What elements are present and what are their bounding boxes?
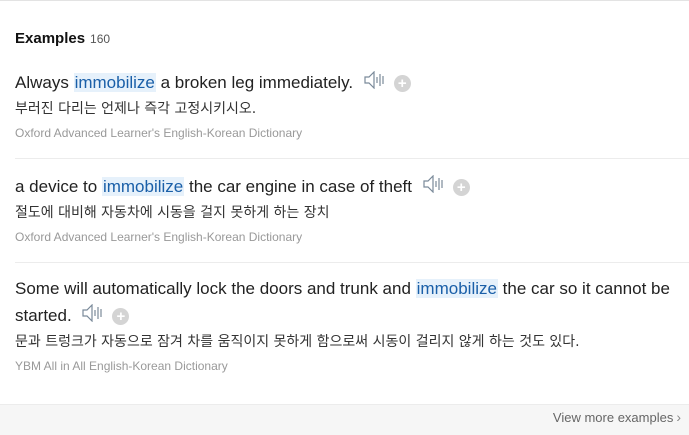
- example-translation: 문과 트렁크가 자동으로 잠겨 차를 움직이지 못하게 함으로써 시동이 걸리지…: [15, 334, 580, 351]
- speaker-icon[interactable]: [423, 174, 445, 201]
- example-source: Oxford Advanced Learner's English-Korean…: [15, 126, 303, 141]
- speaker-icon[interactable]: [82, 303, 104, 330]
- example-item: Always immobilize a broken leg immediate…: [15, 69, 675, 140]
- example-translation: 부러진 다리는 언제나 즉각 고정시키시오.: [15, 101, 257, 118]
- examples-header: Examples 160: [15, 30, 110, 47]
- view-more-label: View more examples: [552, 410, 674, 425]
- example-sentence: a device to immobilize the car engine in…: [15, 173, 675, 201]
- view-more-examples-link[interactable]: View more examples ›: [553, 409, 681, 425]
- example-item: Some will automatically lock the doors a…: [15, 275, 675, 373]
- example-sentence: Always immobilize a broken leg immediate…: [15, 69, 675, 97]
- examples-title: Examples: [15, 30, 86, 47]
- highlighted-word: immobilize: [73, 73, 156, 92]
- example-source: Oxford Advanced Learner's English-Korean…: [15, 230, 303, 245]
- divider: [15, 262, 689, 263]
- example-translation: 절도에 대비해 자동차에 시동을 걸지 못하게 하는 장치: [15, 205, 330, 222]
- example-source: YBM All in All English-Korean Dictionary: [15, 359, 228, 374]
- add-to-wordbook-icon[interactable]: +: [112, 308, 130, 326]
- add-to-wordbook-icon[interactable]: +: [393, 75, 411, 93]
- top-divider: [0, 0, 689, 1]
- chevron-right-icon: ›: [676, 409, 681, 425]
- highlighted-word: immobilize: [101, 177, 185, 196]
- examples-count: 160: [90, 32, 111, 46]
- divider: [15, 158, 689, 159]
- speaker-icon[interactable]: [364, 70, 386, 97]
- add-to-wordbook-icon[interactable]: +: [452, 179, 470, 197]
- example-item: a device to immobilize the car engine in…: [15, 173, 675, 244]
- example-sentence: Some will automatically lock the doors a…: [15, 275, 675, 330]
- highlighted-word: immobilize: [415, 279, 498, 298]
